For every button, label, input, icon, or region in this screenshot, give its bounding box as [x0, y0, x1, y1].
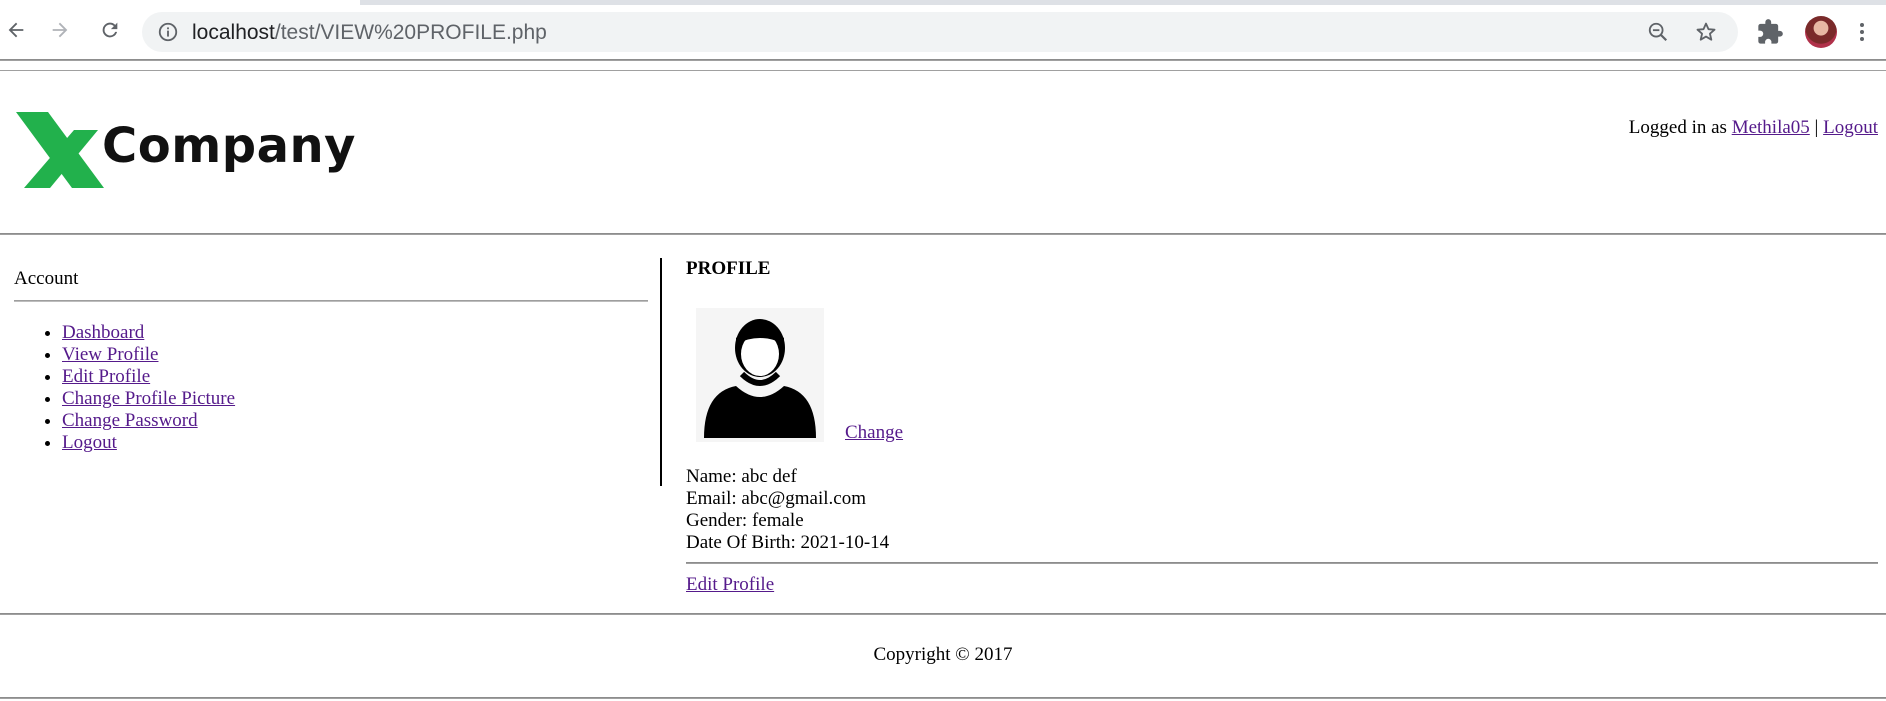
- profile-dob: Date Of Birth: 2021-10-14: [686, 532, 890, 553]
- column-divider: [660, 258, 662, 486]
- profile-panel: PROFILE Change Name: abc def Email: abc@…: [686, 258, 1878, 595]
- sidebar-divider: [14, 300, 648, 302]
- sidebar-link-view-profile[interactable]: View Profile: [62, 344, 158, 365]
- sidebar-title: Account: [14, 268, 79, 289]
- profile-gender: Gender: female: [686, 510, 804, 531]
- sidebar-item-change-profile-picture: Change Profile Picture: [62, 388, 648, 410]
- profile-details: Name: abc def Email: abc@gmail.com Gende…: [686, 466, 889, 554]
- sidebar-link-change-profile-picture[interactable]: Change Profile Picture: [62, 388, 235, 409]
- footer-copyright: Copyright © 2017: [873, 644, 1013, 665]
- sidebar-link-dashboard[interactable]: Dashboard: [62, 322, 144, 343]
- edit-profile-link[interactable]: Edit Profile: [686, 574, 774, 596]
- username-link[interactable]: Methila05: [1732, 117, 1810, 138]
- sidebar-item-view-profile: View Profile: [62, 344, 648, 366]
- site-info-icon[interactable]: [156, 20, 180, 44]
- account-sidebar: Account Dashboard View Profile Edit Prof…: [14, 268, 648, 454]
- reload-button[interactable]: [94, 14, 126, 46]
- back-button[interactable]: [0, 14, 32, 46]
- profile-name: Name: abc def: [686, 466, 797, 487]
- header-bottom-divider: [0, 233, 1886, 235]
- header-logout-link[interactable]: Logout: [1823, 117, 1878, 138]
- sidebar-link-edit-profile[interactable]: Edit Profile: [62, 366, 150, 387]
- profile-divider: [686, 562, 1878, 564]
- forward-button[interactable]: [44, 14, 76, 46]
- change-picture-link[interactable]: Change: [845, 422, 903, 444]
- sidebar-item-dashboard: Dashboard: [62, 322, 648, 344]
- back-arrow-icon: [8, 22, 24, 38]
- profile-email: Email: abc@gmail.com: [686, 488, 866, 509]
- profile-picture: [696, 308, 824, 442]
- footer-top-divider: [0, 613, 1886, 615]
- zoom-out-icon[interactable]: [1646, 20, 1670, 44]
- logo-x-icon: [16, 112, 104, 188]
- logo-text: Company: [102, 118, 356, 174]
- reload-icon: [102, 22, 118, 38]
- url-host: localhost: [192, 21, 275, 44]
- user-silhouette-icon: [704, 319, 816, 438]
- header-separator: |: [1814, 117, 1819, 138]
- sidebar-link-change-password[interactable]: Change Password: [62, 410, 198, 431]
- forward-arrow-icon: [52, 22, 68, 38]
- sidebar-menu: Dashboard View Profile Edit Profile Chan…: [14, 322, 648, 454]
- login-info: Logged in as Methila05 | Logout: [1629, 117, 1878, 139]
- footer-bottom-divider: [0, 697, 1886, 699]
- sidebar-link-logout[interactable]: Logout: [62, 432, 117, 453]
- url-text[interactable]: localhost/test/VIEW%20PROFILE.php: [192, 21, 547, 45]
- logged-in-label: Logged in as: [1628, 117, 1727, 138]
- tab-strip-edge: [360, 0, 1886, 5]
- address-bar[interactable]: localhost/test/VIEW%20PROFILE.php: [142, 12, 1738, 52]
- bookmark-star-icon[interactable]: [1694, 20, 1718, 44]
- profile-avatar[interactable]: [1805, 16, 1837, 48]
- header-top-divider-2: [0, 70, 1886, 71]
- browser-chrome: localhost/test/VIEW%20PROFILE.php: [0, 0, 1886, 61]
- company-logo: Company: [14, 108, 355, 192]
- sidebar-item-change-password: Change Password: [62, 410, 648, 432]
- sidebar-item-logout: Logout: [62, 432, 648, 454]
- profile-title: PROFILE: [686, 258, 771, 279]
- browser-menu-icon[interactable]: [1852, 16, 1872, 48]
- sidebar-item-edit-profile: Edit Profile: [62, 366, 648, 388]
- extensions-puzzle-icon[interactable]: [1756, 18, 1784, 46]
- header-top-divider: [0, 59, 1886, 61]
- url-path: /test/VIEW%20PROFILE.php: [274, 21, 547, 44]
